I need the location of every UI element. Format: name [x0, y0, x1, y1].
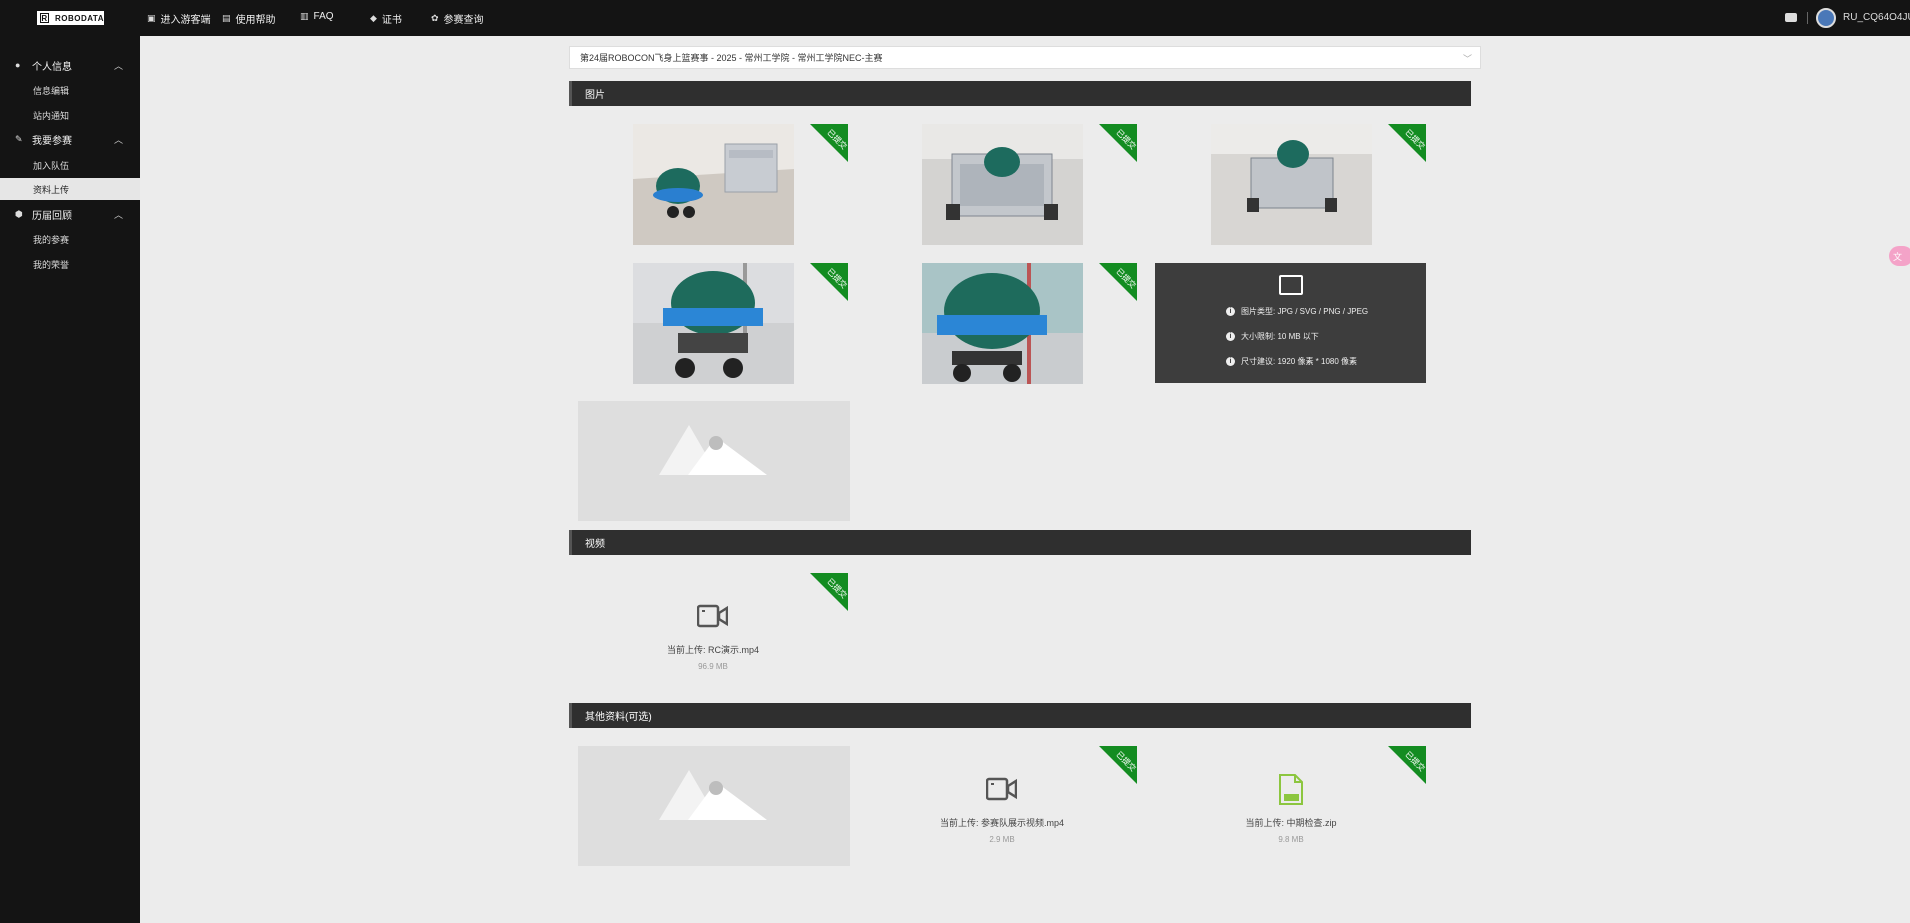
faq-icon: ▥ [300, 11, 309, 21]
video-icon [697, 604, 728, 628]
sidebar-item-upload[interactable]: 资料上传 [0, 178, 140, 200]
sidebar-item-notifications[interactable]: 站内通知 [0, 104, 140, 126]
section-header-other: 其他资料(可选) [569, 703, 1471, 728]
chevron-up-icon: ︿ [114, 60, 124, 71]
username[interactable]: RU_CQ64O4JU [1843, 12, 1910, 23]
upload-dropzone[interactable]: i 图片类型: JPG / SVG / PNG / JPEG i 大小限制: 10 … [1155, 263, 1426, 383]
submitted-badge: 已提交 [1099, 263, 1137, 301]
info-icon: i [1226, 357, 1235, 366]
chevron-up-icon: ︿ [114, 209, 124, 220]
help-icon: ▤ [222, 13, 231, 23]
image-placeholder-icon [659, 770, 767, 820]
file-size: 2.9 MB [989, 835, 1015, 844]
sidebar-section-compete[interactable]: ✎ 我要参赛 ︿ [0, 128, 140, 150]
submitted-badge: 已提交 [1099, 746, 1137, 784]
info-icon: i [1226, 307, 1235, 316]
sidebar: ● 个人信息 ︿ 信息编辑 站内通知 ✎ 我要参赛 ︿ 加入队伍 资料上传 ⬢ … [0, 36, 140, 923]
file-size: 9.8 MB [1278, 835, 1304, 844]
zip-file-icon [1279, 774, 1303, 805]
other-file-info: 当前上传: 参赛队展示视频.mp4 2.9 MB [902, 816, 1102, 844]
nav-visitor[interactable]: ▣ 进入游客端 [147, 11, 211, 26]
file-name: 当前上传: 参赛队展示视频.mp4 [939, 818, 1064, 828]
nav-certificate[interactable]: ◆ 证书 [370, 11, 402, 26]
certificate-icon: ◆ [370, 13, 377, 23]
sidebar-section-history[interactable]: ⬢ 历届回顾 ︿ [0, 203, 140, 225]
message-icon[interactable] [1785, 13, 1797, 22]
top-bar: R ROBODATA ▣ 进入游客端 ▤ 使用帮助 ▥ FAQ ◆ 证书 ✿ 参赛查询 RU… [0, 0, 1910, 36]
divider [1807, 12, 1808, 24]
other-file-info: 当前上传: 中期检查.zip 9.8 MB [1191, 816, 1391, 844]
file-name: 当前上传: RC演示.mp4 [666, 645, 759, 655]
file-size: 96.9 MB [698, 662, 728, 671]
submitted-badge: 已提交 [1388, 746, 1426, 784]
logo[interactable]: R ROBODATA [37, 11, 104, 25]
uploaded-photo[interactable] [1211, 124, 1372, 245]
nav-query[interactable]: ✿ 参赛查询 [431, 11, 484, 26]
avatar[interactable] [1816, 8, 1836, 28]
section-header-images: 图片 [569, 81, 1471, 106]
sidebar-section-profile[interactable]: ● 个人信息 ︿ [0, 54, 140, 76]
submitted-badge: 已提交 [810, 573, 848, 611]
image-placeholder[interactable] [578, 746, 850, 866]
sidebar-item-my-competitions[interactable]: 我的参赛 [0, 228, 140, 250]
submitted-badge: 已提交 [1388, 124, 1426, 162]
chevron-down-icon: ﹀ [1462, 54, 1472, 64]
user-icon: ● [15, 60, 21, 70]
history-icon: ⬢ [15, 208, 23, 219]
sidebar-item-my-honors[interactable]: 我的荣誉 [0, 253, 140, 275]
uploaded-photo[interactable] [922, 124, 1083, 245]
edit-icon: ✎ [15, 133, 23, 144]
video-icon [986, 777, 1017, 801]
sidebar-item-info-edit[interactable]: 信息编辑 [0, 79, 140, 101]
gamepad-icon: ▣ [147, 13, 156, 23]
image-placeholder[interactable] [578, 401, 850, 521]
image-placeholder-icon [659, 425, 767, 475]
file-name: 当前上传: 中期检查.zip [1245, 818, 1337, 828]
info-icon: i [1226, 332, 1235, 341]
uploaded-photo[interactable] [633, 124, 794, 245]
competition-select[interactable]: 第24届ROBOCON飞身上篮赛事 - 2025 - 常州工学院 - 常州工学院… [569, 46, 1481, 69]
section-header-video: 视频 [569, 530, 1471, 555]
nav-help[interactable]: ▤ 使用帮助 [222, 11, 276, 26]
submitted-badge: 已提交 [1099, 124, 1137, 162]
submitted-badge: 已提交 [810, 124, 848, 162]
query-icon: ✿ [431, 13, 439, 23]
submitted-badge: 已提交 [810, 263, 848, 301]
video-file-info: 当前上传: RC演示.mp4 96.9 MB [613, 643, 813, 671]
sidebar-item-join-team[interactable]: 加入队伍 [0, 154, 140, 176]
floating-translate-button[interactable]: 文 [1889, 246, 1910, 266]
nav-faq[interactable]: ▥ FAQ [300, 11, 334, 22]
chevron-up-icon: ︿ [114, 134, 124, 145]
image-upload-icon [1279, 275, 1303, 295]
uploaded-photo[interactable] [922, 263, 1083, 384]
uploaded-photo[interactable] [633, 263, 794, 384]
